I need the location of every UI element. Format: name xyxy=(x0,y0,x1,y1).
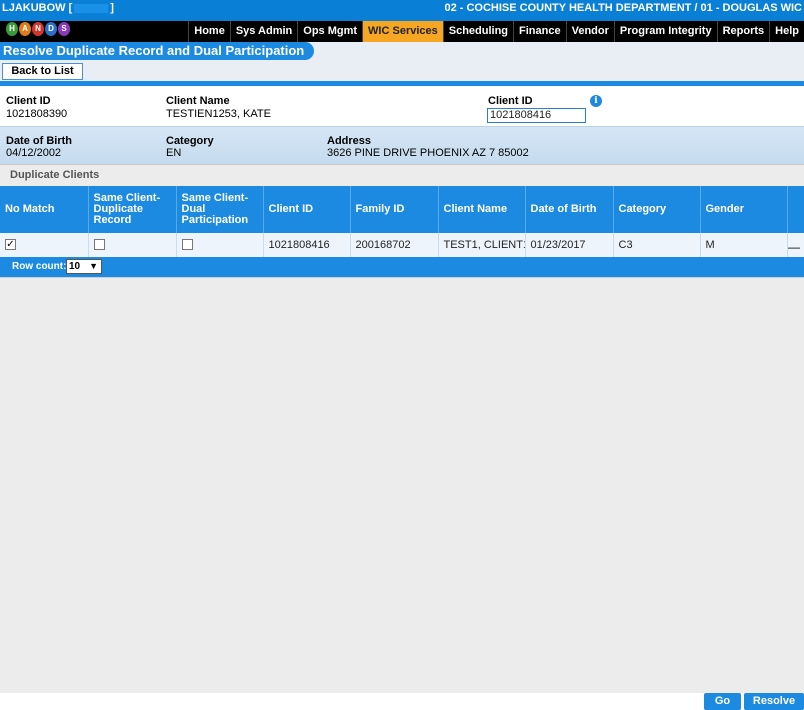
col-family-id[interactable]: Family ID xyxy=(350,186,439,233)
nav-sys-admin[interactable]: Sys Admin xyxy=(229,21,297,42)
row-count-label: Row count: xyxy=(12,261,67,272)
row-family-id: 200168702 xyxy=(350,233,439,258)
address-label: Address xyxy=(327,135,372,147)
client-info-row-1: Client ID 1021808390 Client Name TESTIEN… xyxy=(0,86,804,126)
nav-finance[interactable]: Finance xyxy=(513,21,566,42)
dob-value: 04/12/2002 xyxy=(6,147,62,159)
category-value: EN xyxy=(166,147,182,159)
back-to-list-button[interactable]: Back to List xyxy=(2,63,83,80)
duplicate-record-checkbox[interactable] xyxy=(93,239,105,251)
col-gender[interactable]: Gender xyxy=(700,186,788,233)
dual-part-cell xyxy=(176,233,264,258)
search-client-id-label: Client ID xyxy=(488,95,533,107)
client-id-input[interactable]: 1021808416 xyxy=(487,108,586,123)
duplicate-clients-header: Duplicate Clients xyxy=(0,164,804,186)
row-category: C3 xyxy=(613,233,701,258)
top-user-bar: LJAKUBOW [] 02 - COCHISE COUNTY HEALTH D… xyxy=(0,0,804,21)
nav-scheduling[interactable]: Scheduling xyxy=(442,21,513,42)
logo-letter: H xyxy=(6,22,18,36)
client-name-label: Client Name xyxy=(166,95,230,107)
nav-menu: Home Sys Admin Ops Mgmt WIC Services Sch… xyxy=(188,21,804,42)
table-row: ✓ 1021808416 200168702 TEST1, CLIENT1 01… xyxy=(0,233,804,258)
duplicate-clients-table: No Match Same Client-Duplicate Record Sa… xyxy=(0,186,804,258)
action-row: Back to List xyxy=(0,61,804,81)
nav-ops-mgmt[interactable]: Ops Mgmt xyxy=(297,21,362,42)
logo-letter: N xyxy=(32,22,44,36)
page-title-bar: Resolve Duplicate Record and Dual Partic… xyxy=(0,42,804,61)
col-no-match[interactable]: No Match xyxy=(0,186,89,233)
info-icon[interactable]: i xyxy=(590,95,602,107)
no-match-cell: ✓ xyxy=(0,233,89,258)
nav-program-integrity[interactable]: Program Integrity xyxy=(613,21,717,42)
client-name-value: TESTIEN1253, KATE xyxy=(166,108,271,120)
client-id-label: Client ID xyxy=(6,95,51,107)
main-navigation-bar: HANDS Home Sys Admin Ops Mgmt WIC Servic… xyxy=(0,21,804,42)
row-count-bar: Row count: 10 ▼ xyxy=(0,257,804,277)
col-category[interactable]: Category xyxy=(613,186,701,233)
hands-logo[interactable]: HANDS xyxy=(6,22,76,41)
row-gender: M xyxy=(700,233,788,258)
footer-bar: Go Resolve xyxy=(0,693,804,710)
category-label: Category xyxy=(166,135,214,147)
col-same-client-dual[interactable]: Same Client-Dual Participation xyxy=(176,186,264,233)
chevron-down-icon: ▼ xyxy=(89,261,98,271)
row-count-value: 10 xyxy=(69,261,81,272)
col-date-of-birth[interactable]: Date of Birth xyxy=(525,186,614,233)
row-dob: 01/23/2017 xyxy=(525,233,614,258)
logo-letter: D xyxy=(45,22,57,36)
nav-home[interactable]: Home xyxy=(188,21,230,42)
address-value: 3626 PINE DRIVE PHOENIX AZ 7 85002 xyxy=(327,147,529,159)
dual-participation-checkbox[interactable] xyxy=(181,239,193,251)
overflow-indicator: — xyxy=(788,240,800,254)
nav-help[interactable]: Help xyxy=(769,21,804,42)
row-count-select[interactable]: 10 ▼ xyxy=(66,259,102,274)
row-client-id: 1021808416 xyxy=(263,233,351,258)
go-button[interactable]: Go xyxy=(704,693,741,710)
col-client-name[interactable]: Client Name xyxy=(438,186,526,233)
page-title: Resolve Duplicate Record and Dual Partic… xyxy=(0,42,315,60)
nav-reports[interactable]: Reports xyxy=(716,21,770,42)
col-extra xyxy=(787,186,804,233)
col-same-client-duplicate[interactable]: Same Client-Duplicate Record xyxy=(88,186,177,233)
row-client-name: TEST1, CLIENT1 xyxy=(438,233,526,258)
content-area xyxy=(0,277,804,693)
logo-letter: A xyxy=(19,22,31,36)
no-match-checkbox[interactable]: ✓ xyxy=(5,239,16,251)
user-info: LJAKUBOW [] xyxy=(2,2,114,14)
dup-record-cell xyxy=(88,233,177,258)
redacted-text xyxy=(74,3,109,13)
client-id-value: 1021808390 xyxy=(6,108,68,120)
resolve-button[interactable]: Resolve xyxy=(744,693,804,710)
section-title: Duplicate Clients xyxy=(10,169,100,181)
nav-vendor[interactable]: Vendor xyxy=(565,21,614,42)
username: LJAKUBOW xyxy=(2,2,66,14)
dob-label: Date of Birth xyxy=(6,135,72,147)
nav-wic-services[interactable]: WIC Services xyxy=(362,21,443,42)
client-info-row-2: Date of Birth 04/12/2002 Category EN Add… xyxy=(0,126,804,164)
logo-letter: S xyxy=(58,22,70,36)
col-client-id[interactable]: Client ID xyxy=(263,186,351,233)
table-header-row: No Match Same Client-Duplicate Record Sa… xyxy=(0,186,804,233)
agency-name: 02 - COCHISE COUNTY HEALTH DEPARTMENT / … xyxy=(444,2,802,14)
